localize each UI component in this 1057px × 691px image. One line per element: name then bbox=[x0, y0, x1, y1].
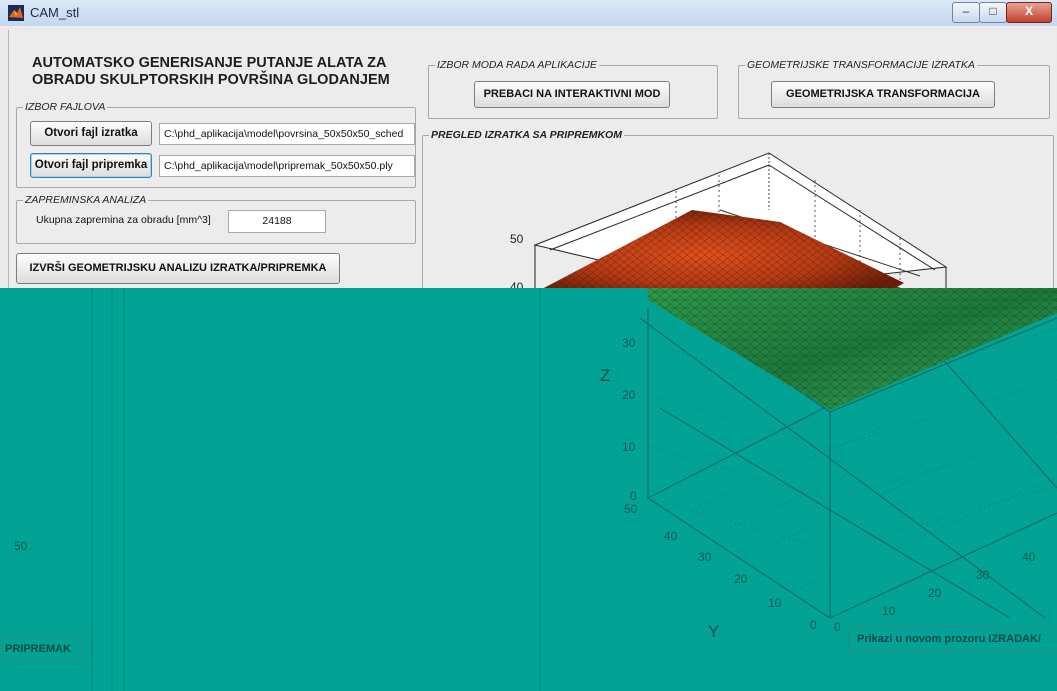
z-tick: 20 bbox=[622, 388, 636, 402]
left-tick: 50 bbox=[14, 539, 28, 553]
y-tick: 10 bbox=[768, 596, 782, 610]
ghost-stock-button[interactable]: PRIPREMAK bbox=[2, 637, 82, 661]
minimize-button[interactable]: – bbox=[952, 2, 980, 23]
x-tick: 10 bbox=[882, 604, 896, 618]
teal-overlay: Z Y 30 20 10 0 50 40 30 20 10 0 0 10 20 … bbox=[0, 288, 1057, 691]
part-path-field[interactable]: C:\phd_aplikacija\model\povrsina_50x50x5… bbox=[159, 123, 415, 145]
open-part-file-button[interactable]: Otvori fajl izratka bbox=[30, 121, 152, 146]
volume-panel-legend: ZAPREMINSKA ANALIZA bbox=[25, 194, 147, 206]
z-tick: 0 bbox=[630, 489, 637, 503]
volume-label: Ukupna zapremina za obradu [mm^3] bbox=[36, 214, 211, 226]
close-button[interactable]: X bbox=[1006, 2, 1052, 23]
z-tick-50: 50 bbox=[510, 232, 524, 246]
y-tick: 0 bbox=[810, 618, 817, 632]
y-tick: 50 bbox=[624, 502, 638, 516]
window-title: CAM_stl bbox=[30, 5, 80, 20]
z-axis-label: Z bbox=[600, 366, 611, 385]
x-tick: 40 bbox=[1022, 550, 1036, 564]
preview-panel-legend: PREGLED IZRATKA SA PRIPREMKOM bbox=[431, 129, 622, 141]
z-tick: 10 bbox=[622, 440, 636, 454]
geometry-panel-legend: GEOMETRIJSKE TRANSFORMACIJE IZRATKA bbox=[747, 59, 975, 71]
x-tick: 30 bbox=[976, 568, 990, 582]
y-axis-label: Y bbox=[708, 622, 720, 641]
y-tick: 30 bbox=[698, 550, 712, 564]
y-tick: 40 bbox=[664, 529, 678, 543]
matlab-icon bbox=[8, 5, 24, 21]
open-stock-file-button[interactable]: Otvori fajl pripremka bbox=[30, 153, 152, 178]
show-in-new-window-button[interactable]: Prikazi u novom prozoru IZRADAK/ bbox=[848, 627, 1057, 651]
preview-3d-plot[interactable]: 50 40 bbox=[480, 150, 1050, 294]
files-panel-legend: IZBOR FAJLOVA bbox=[25, 101, 106, 113]
switch-interactive-mode-button[interactable]: PREBACI NA INTERAKTIVNI MOD bbox=[474, 81, 670, 108]
y-tick: 20 bbox=[734, 572, 748, 586]
x-tick: 0 bbox=[834, 620, 841, 634]
preview-3d-svg bbox=[533, 152, 948, 292]
z-tick: 30 bbox=[622, 336, 636, 350]
x-tick: 20 bbox=[928, 586, 942, 600]
stock-path-field[interactable]: C:\phd_aplikacija\model\pripremak_50x50x… bbox=[159, 155, 415, 177]
run-analysis-button[interactable]: IZVRŠI GEOMETRIJSKU ANALIZU IZRATKA/PRIP… bbox=[16, 253, 340, 284]
page-title: AUTOMATSKO GENERISANJE PUTANJE ALATA ZA … bbox=[32, 55, 390, 88]
mode-panel-legend: IZBOR MODA RADA APLIKACIJE bbox=[437, 59, 597, 71]
maximize-button[interactable]: □ bbox=[979, 2, 1007, 23]
volume-value-field[interactable]: 24188 bbox=[228, 210, 326, 233]
title-bar: CAM_stl – □ X bbox=[0, 0, 1057, 27]
geometric-transformation-button[interactable]: GEOMETRIJSKA TRANSFORMACIJA bbox=[771, 81, 995, 108]
